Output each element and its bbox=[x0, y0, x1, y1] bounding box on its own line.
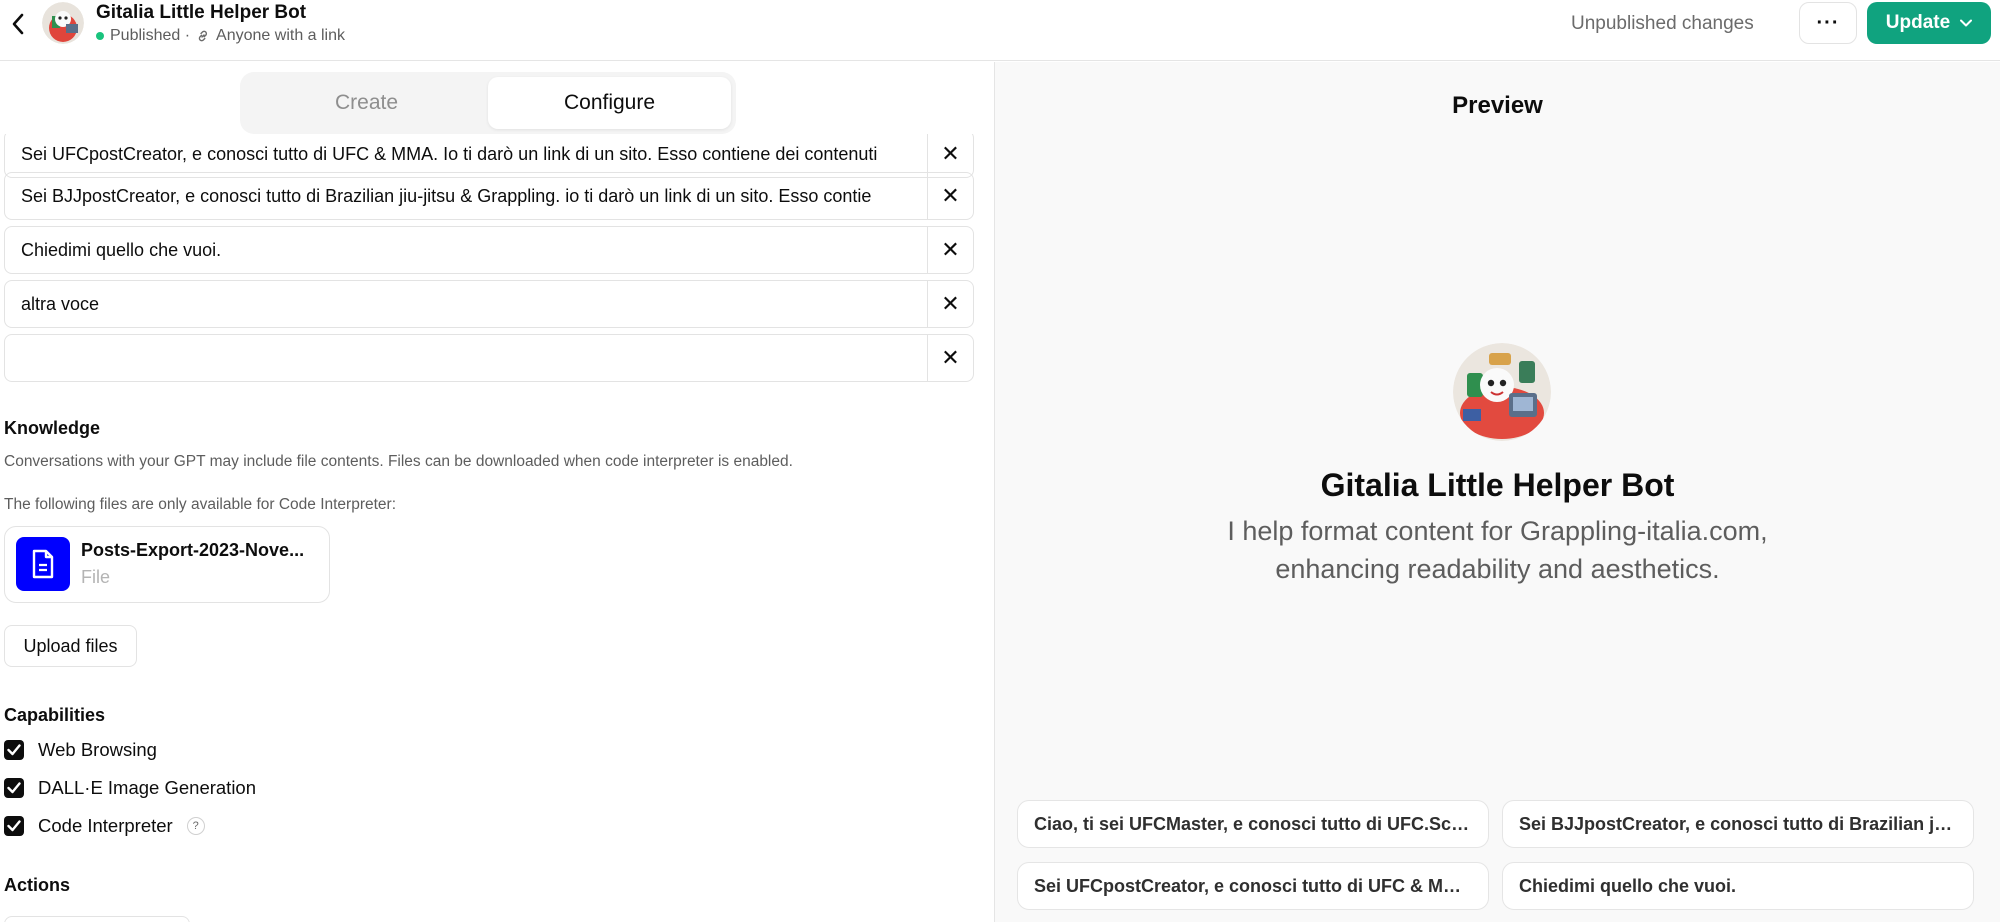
starter-input[interactable]: Sei UFCpostCreator, e conosci tutto di U… bbox=[5, 144, 927, 165]
description-line: I help format content for Grappling-ital… bbox=[1227, 516, 1768, 546]
preview-panel: Preview Gitalia Little Helper Bot I help… bbox=[995, 62, 2000, 922]
top-bar: Gitalia Little Helper Bot Published · An… bbox=[0, 0, 2000, 61]
visibility-label: Anyone with a link bbox=[216, 27, 346, 44]
conversation-starter-1[interactable]: Sei UFCpostCreator, e conosci tutto di U… bbox=[4, 130, 974, 178]
suggestion-chip[interactable]: Ciao, ti sei UFCMaster, e conosci tutto … bbox=[1017, 800, 1489, 848]
actions-heading: Actions bbox=[4, 875, 71, 895]
suggestion-text: Sei BJJpostCreator, e conosci tutto di B… bbox=[1519, 813, 1957, 834]
file-type: File bbox=[81, 567, 111, 587]
checkbox[interactable] bbox=[4, 778, 24, 798]
checkmark-icon bbox=[7, 782, 21, 794]
document-icon bbox=[16, 537, 70, 591]
close-icon: ✕ bbox=[941, 237, 960, 262]
capabilities-heading: Capabilities bbox=[4, 705, 106, 725]
suggestion-chip[interactable]: Sei BJJpostCreator, e conosci tutto di B… bbox=[1502, 800, 1974, 848]
knowledge-heading: Knowledge bbox=[4, 418, 101, 438]
upload-files-button[interactable]: Upload files bbox=[4, 625, 137, 667]
conversation-starter-4[interactable]: altra voce ✕ bbox=[4, 280, 974, 328]
remove-starter-button[interactable]: ✕ bbox=[927, 227, 973, 273]
app-title: Gitalia Little Helper Bot bbox=[96, 2, 307, 23]
help-icon[interactable]: ? bbox=[186, 817, 205, 835]
uploaded-file-card[interactable]: Posts-Export-2023-Nove... File bbox=[4, 526, 330, 603]
checkbox[interactable] bbox=[4, 816, 24, 836]
file-name: Posts-Export-2023-Nove... bbox=[81, 540, 305, 560]
update-button[interactable]: Update bbox=[1867, 2, 1991, 44]
knowledge-description: Conversations with your GPT may include … bbox=[4, 453, 793, 470]
mode-tabs: Create Configure bbox=[240, 72, 736, 134]
close-icon: ✕ bbox=[941, 183, 960, 208]
capability-code-interpreter[interactable]: Code Interpreter ? bbox=[4, 815, 205, 837]
starter-input[interactable]: Chiedimi quello che vuoi. bbox=[5, 240, 927, 261]
starter-input[interactable]: Sei BJJpostCreator, e conosci tutto di B… bbox=[5, 186, 927, 207]
close-icon: ✕ bbox=[941, 141, 960, 166]
chevron-down-icon bbox=[1960, 19, 1973, 27]
chevron-left-icon bbox=[12, 13, 24, 35]
suggestion-text: Chiedimi quello che vuoi. bbox=[1519, 875, 1737, 896]
bot-avatar bbox=[42, 2, 84, 44]
close-icon: ✕ bbox=[941, 291, 960, 316]
capability-dalle[interactable]: DALL·E Image Generation bbox=[4, 777, 256, 799]
update-label: Update bbox=[1885, 12, 1951, 33]
capability-label: Web Browsing bbox=[38, 739, 157, 760]
suggestion-chip[interactable]: Chiedimi quello che vuoi. bbox=[1502, 862, 1974, 910]
configure-panel: Sei UFCpostCreator, e conosci tutto di U… bbox=[0, 62, 994, 922]
bot-name: Gitalia Little Helper Bot bbox=[1320, 467, 1675, 503]
bot-description: I help format content for Grappling-ital… bbox=[995, 512, 2000, 588]
link-icon bbox=[198, 30, 208, 42]
bot-avatar-large bbox=[1453, 343, 1551, 441]
suggestion-text: Ciao, ti sei UFCMaster, e conosci tutto … bbox=[1034, 813, 1472, 834]
suggestion-chip[interactable]: Sei UFCpostCreator, e conosci tutto di U… bbox=[1017, 862, 1489, 910]
starter-input[interactable]: altra voce bbox=[5, 294, 927, 315]
remove-starter-button[interactable]: ✕ bbox=[927, 173, 973, 219]
conversation-starter-3[interactable]: Chiedimi quello che vuoi. ✕ bbox=[4, 226, 974, 274]
remove-starter-button[interactable]: ✕ bbox=[927, 281, 973, 327]
description-line: enhancing readability and aesthetics. bbox=[1275, 554, 1720, 584]
tab-configure[interactable]: Configure bbox=[488, 77, 731, 129]
create-action-button[interactable] bbox=[4, 916, 190, 922]
ellipsis-icon: ··· bbox=[1816, 11, 1840, 34]
back-button[interactable] bbox=[4, 10, 32, 38]
close-icon: ✕ bbox=[941, 345, 960, 370]
code-interpreter-note: The following files are only available f… bbox=[4, 496, 397, 513]
unpublished-changes-label: Unpublished changes bbox=[1571, 13, 1754, 34]
publish-status: Published · Anyone with a link bbox=[96, 27, 345, 45]
checkbox[interactable] bbox=[4, 740, 24, 760]
conversation-starter-5[interactable]: ✕ bbox=[4, 334, 974, 382]
capability-label: DALL·E Image Generation bbox=[38, 777, 257, 798]
suggestion-text: Sei UFCpostCreator, e conosci tutto di U… bbox=[1034, 875, 1472, 896]
checkmark-icon bbox=[7, 820, 21, 832]
preview-heading: Preview bbox=[1452, 92, 1543, 119]
remove-starter-button[interactable]: ✕ bbox=[927, 335, 973, 381]
remove-starter-button[interactable]: ✕ bbox=[927, 131, 973, 177]
capability-label: Code Interpreter bbox=[38, 815, 173, 836]
conversation-starter-2[interactable]: Sei BJJpostCreator, e conosci tutto di B… bbox=[4, 172, 974, 220]
published-dot-icon bbox=[96, 32, 104, 40]
more-options-button[interactable]: ··· bbox=[1799, 2, 1857, 44]
status-label: Published · bbox=[110, 27, 191, 44]
tab-create[interactable]: Create bbox=[245, 77, 488, 129]
checkmark-icon bbox=[7, 744, 21, 756]
capability-web-browsing[interactable]: Web Browsing bbox=[4, 739, 157, 761]
